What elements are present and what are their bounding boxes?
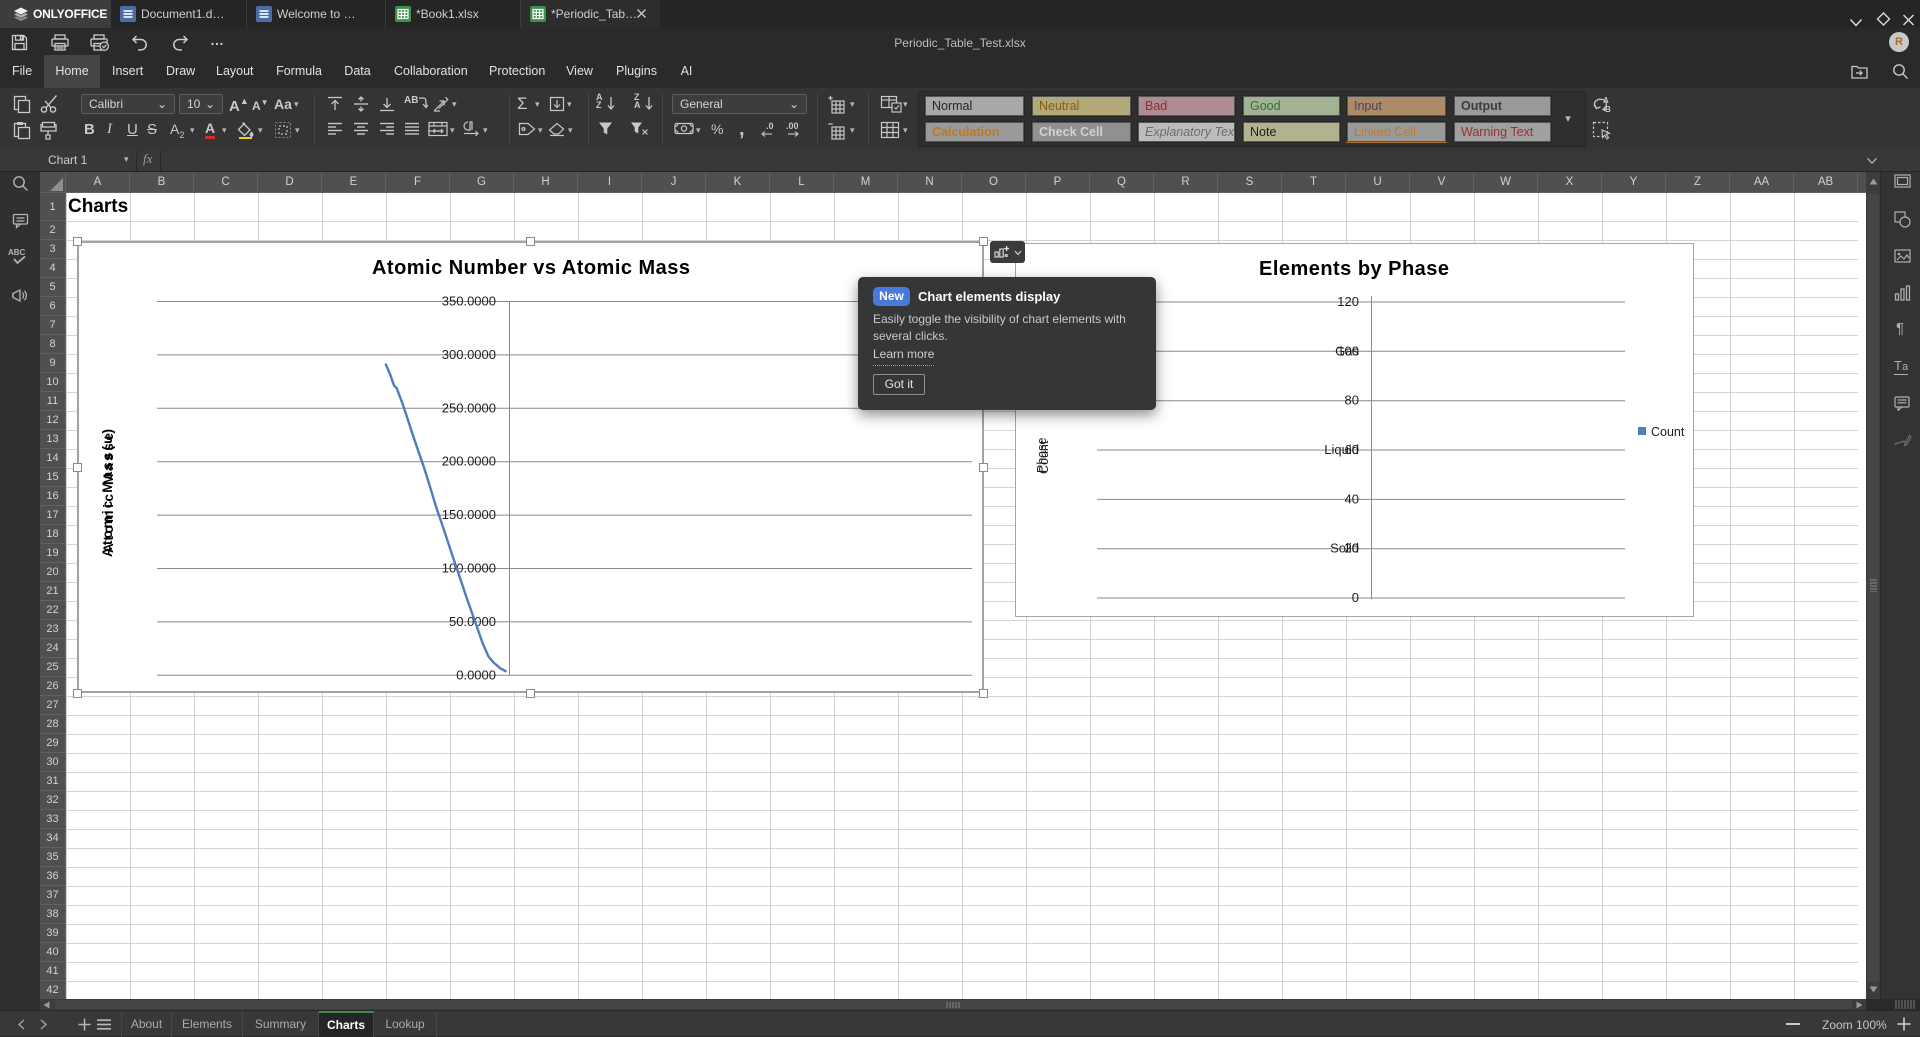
- svg-text:120: 120: [1337, 294, 1359, 309]
- svg-text:.0: .0: [766, 121, 774, 131]
- svg-text:Gas: Gas: [1335, 343, 1359, 358]
- svg-text:Solid: Solid: [1330, 541, 1359, 556]
- svg-text:Count: Count: [1651, 425, 1685, 439]
- svg-text:40: 40: [1345, 491, 1359, 506]
- svg-text:.00: .00: [786, 121, 799, 131]
- svg-text:350.0000: 350.0000: [442, 294, 496, 309]
- svg-text:0.0000: 0.0000: [456, 667, 496, 682]
- svg-text:Atomic Number vs Atomic Mass: Atomic Number vs Atomic Mass: [372, 257, 690, 279]
- svg-text:A: A: [1603, 96, 1609, 105]
- svg-text:0: 0: [1352, 590, 1359, 605]
- svg-text:300.0000: 300.0000: [442, 347, 496, 362]
- svg-text:200.0000: 200.0000: [442, 454, 496, 469]
- svg-text:80: 80: [1345, 393, 1359, 408]
- svg-text:150.0000: 150.0000: [442, 507, 496, 522]
- svg-text:Liquid: Liquid: [1324, 442, 1359, 457]
- svg-text:250.0000: 250.0000: [442, 400, 496, 415]
- svg-text:100.0000: 100.0000: [442, 561, 496, 576]
- svg-text:Phase: Phase: [1035, 438, 1049, 473]
- svg-text:Elements by Phase: Elements by Phase: [1259, 258, 1449, 280]
